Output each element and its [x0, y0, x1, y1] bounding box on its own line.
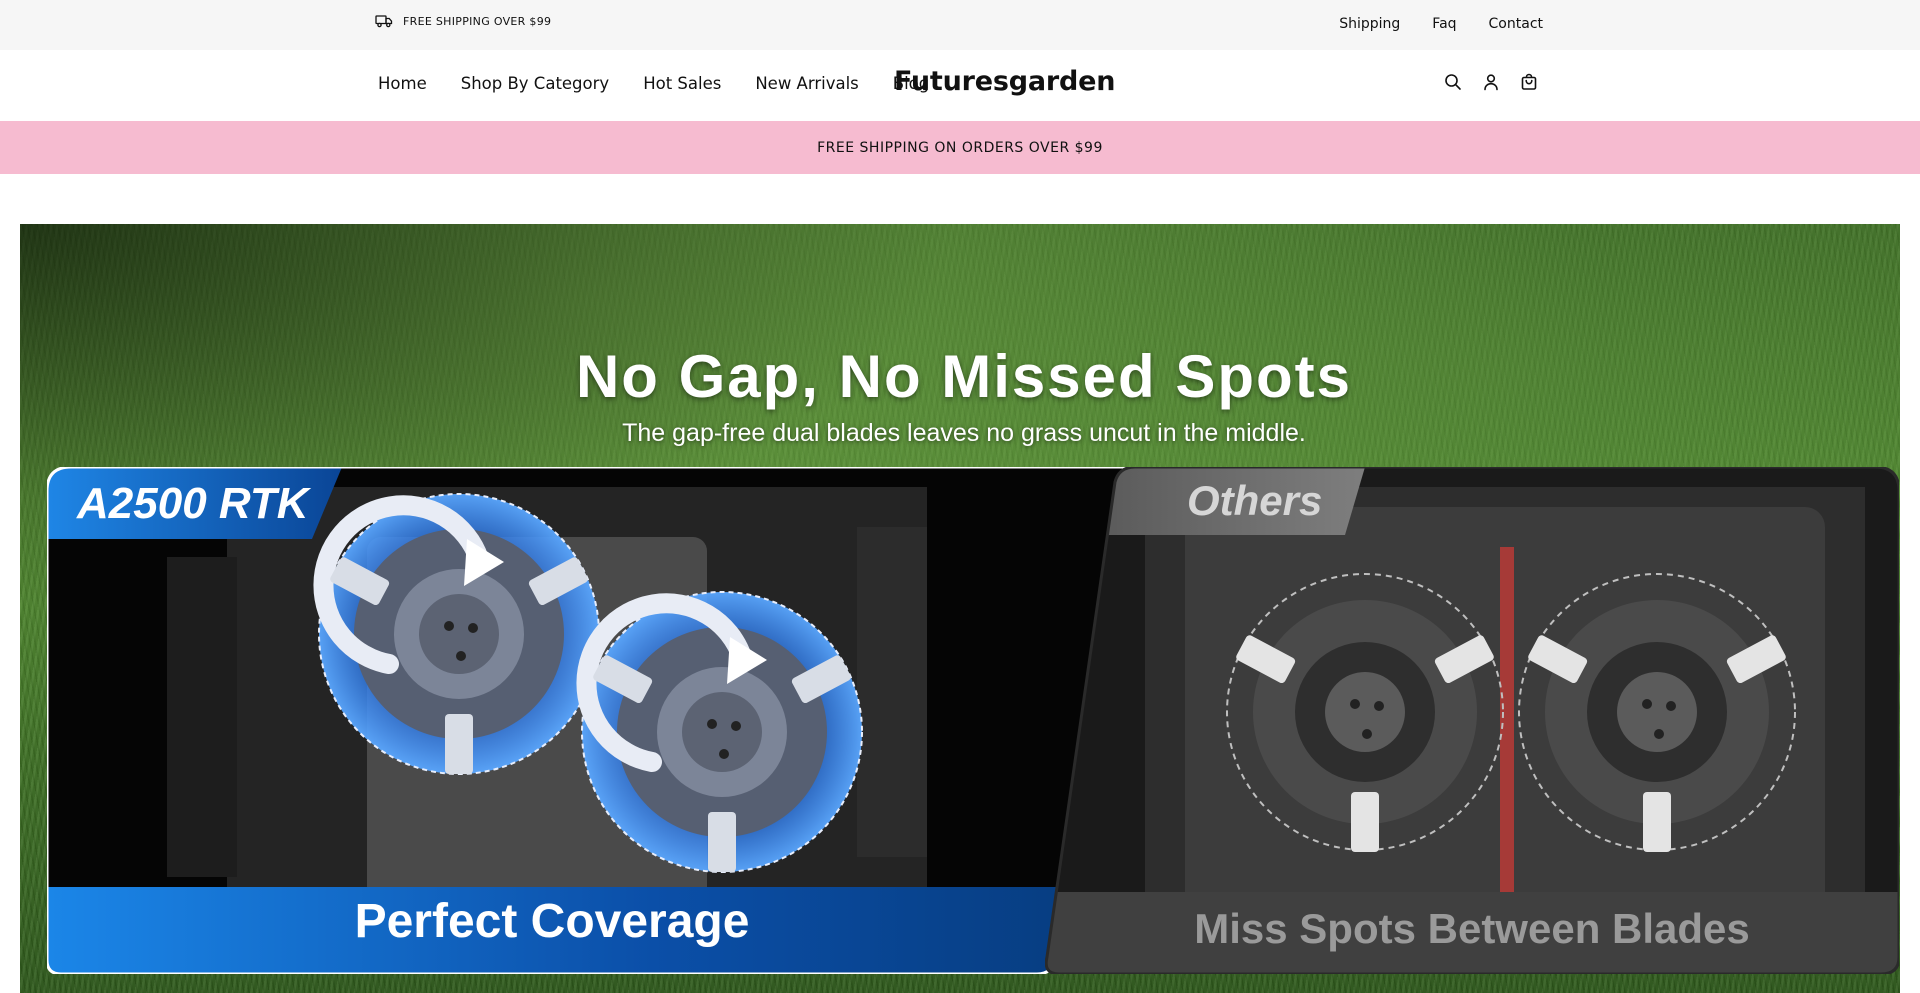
others-label: Others: [1187, 477, 1323, 524]
utility-links: Shipping Faq Contact: [1339, 16, 1543, 32]
link-shipping[interactable]: Shipping: [1339, 16, 1400, 32]
comparison-panel-a2500: A2500 RTK Perfect Coverage: [45, 465, 1147, 976]
a2500-label: A2500 RTK: [77, 479, 309, 528]
cart-icon[interactable]: [1520, 73, 1538, 91]
shipping-notice: FREE SHIPPING OVER $99: [375, 14, 551, 28]
site-logo[interactable]: Futuresgarden: [894, 66, 1115, 97]
search-icon[interactable]: [1444, 73, 1462, 91]
nav-shop-by-category[interactable]: Shop By Category: [461, 74, 609, 93]
truck-icon: [375, 14, 393, 28]
others-caption: Miss Spots Between Blades: [1194, 905, 1750, 952]
hero-subline: The gap-free dual blades leaves no grass…: [622, 419, 1306, 447]
header-icons: [1444, 73, 1538, 91]
site-header: Home Shop By Category Hot Sales New Arri…: [0, 50, 1920, 121]
nav-hot-sales[interactable]: Hot Sales: [643, 74, 721, 93]
account-icon[interactable]: [1482, 73, 1500, 91]
promo-banner: FREE SHIPPING ON ORDERS OVER $99: [0, 121, 1920, 174]
comparison-panel-others: Others Miss Spots Between Blades: [1044, 465, 1900, 976]
link-faq[interactable]: Faq: [1432, 16, 1456, 32]
announcement-bar: FREE SHIPPING OVER $99 Shipping Faq Cont…: [0, 0, 1920, 50]
hero-banner[interactable]: No Gap, No Missed Spots The gap-free dua…: [20, 224, 1900, 993]
a2500-caption: Perfect Coverage: [354, 895, 750, 948]
promo-text: FREE SHIPPING ON ORDERS OVER $99: [817, 139, 1103, 156]
nav-new-arrivals[interactable]: New Arrivals: [755, 74, 858, 93]
shipping-notice-text: FREE SHIPPING OVER $99: [403, 14, 552, 28]
link-contact[interactable]: Contact: [1489, 16, 1543, 32]
others-blade-illustration: [1044, 465, 1900, 976]
hero-headline: No Gap, No Missed Spots: [575, 343, 1353, 410]
nav-home[interactable]: Home: [378, 74, 427, 93]
main-nav: Home Shop By Category Hot Sales New Arri…: [378, 74, 929, 93]
